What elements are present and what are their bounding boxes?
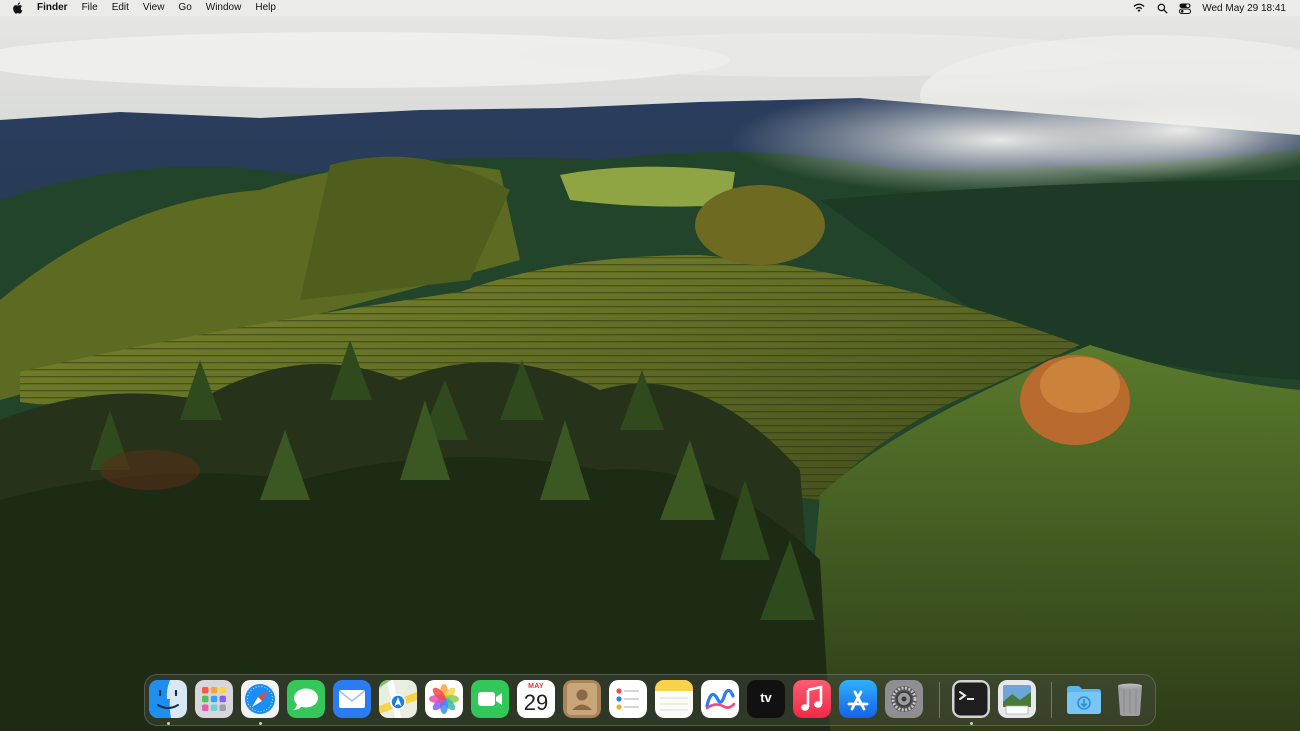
launchpad-icon: [195, 680, 233, 718]
menu-bar-left: Finder File Edit View Go Window Help: [0, 0, 290, 16]
dock-app-launchpad[interactable]: [195, 680, 233, 718]
dock-app-calendar[interactable]: MAY 29: [517, 680, 555, 718]
dock-app-terminal[interactable]: [952, 680, 990, 718]
preview-icon: [998, 680, 1036, 718]
dock-app-photos[interactable]: [425, 680, 463, 718]
terminal-icon: [952, 680, 990, 718]
app-store-icon: [839, 680, 877, 718]
spotlight-search-icon[interactable]: [1156, 2, 1168, 14]
menu-clock[interactable]: Wed May 29 18:41: [1202, 3, 1286, 14]
dock-app-facetime[interactable]: [471, 680, 509, 718]
dock-app-finder[interactable]: [149, 680, 187, 718]
tv-label: tv: [760, 690, 772, 705]
running-indicator: [167, 722, 170, 725]
menu-app-name[interactable]: Finder: [37, 0, 68, 16]
trash-icon: [1118, 683, 1142, 716]
dock-app-safari[interactable]: [241, 680, 279, 718]
dock-app-app-store[interactable]: [839, 680, 877, 718]
messages-icon: [287, 680, 325, 718]
menu-bar: Finder File Edit View Go Window Help Wed…: [0, 0, 1300, 16]
menu-file[interactable]: File: [82, 0, 98, 16]
reminders-icon: [609, 680, 647, 718]
finder-icon: [149, 680, 187, 718]
safari-icon: [241, 680, 279, 718]
dock-app-contacts[interactable]: [563, 680, 601, 718]
maps-icon: [379, 680, 417, 718]
photos-icon: [425, 680, 463, 718]
running-indicator: [259, 722, 262, 725]
menu-go[interactable]: Go: [178, 0, 191, 16]
control-center-icon[interactable]: [1179, 2, 1192, 14]
menu-bar-right: Wed May 29 18:41: [1122, 0, 1300, 16]
dock-app-tv[interactable]: tv: [747, 680, 785, 718]
dock-app-notes[interactable]: [655, 680, 693, 718]
system-settings-icon: [885, 680, 923, 718]
dock-app-maps[interactable]: [379, 680, 417, 718]
dock-app-reminders[interactable]: [609, 680, 647, 718]
dock-app-mail[interactable]: [333, 680, 371, 718]
menu-edit[interactable]: Edit: [112, 0, 129, 16]
dock-app-trash[interactable]: [1111, 680, 1149, 718]
contacts-icon: [563, 680, 601, 718]
calendar-month: MAY: [528, 683, 544, 690]
menu-help[interactable]: Help: [255, 0, 276, 16]
dock-app-system-settings[interactable]: [885, 680, 923, 718]
menu-window[interactable]: Window: [206, 0, 242, 16]
wifi-icon[interactable]: [1133, 2, 1145, 14]
dock-app-preview[interactable]: [998, 680, 1036, 718]
notes-icon: [655, 680, 693, 718]
dock-separator: [939, 682, 940, 718]
dock-app-messages[interactable]: [287, 680, 325, 718]
mail-icon: [333, 680, 371, 718]
running-indicator: [970, 722, 973, 725]
freeform-icon: [701, 680, 739, 718]
music-icon: [793, 680, 831, 718]
menu-view[interactable]: View: [143, 0, 165, 16]
facetime-icon: [471, 680, 509, 718]
apple-logo-icon[interactable]: [12, 2, 24, 14]
calendar-day: 29: [523, 690, 549, 715]
dock-app-downloads[interactable]: [1065, 680, 1103, 718]
dock-app-freeform[interactable]: [701, 680, 739, 718]
desktop-wallpaper: [0, 0, 1300, 731]
dock-app-music[interactable]: [793, 680, 831, 718]
dock-separator: [1051, 682, 1052, 718]
downloads-folder-icon: [1067, 686, 1101, 714]
